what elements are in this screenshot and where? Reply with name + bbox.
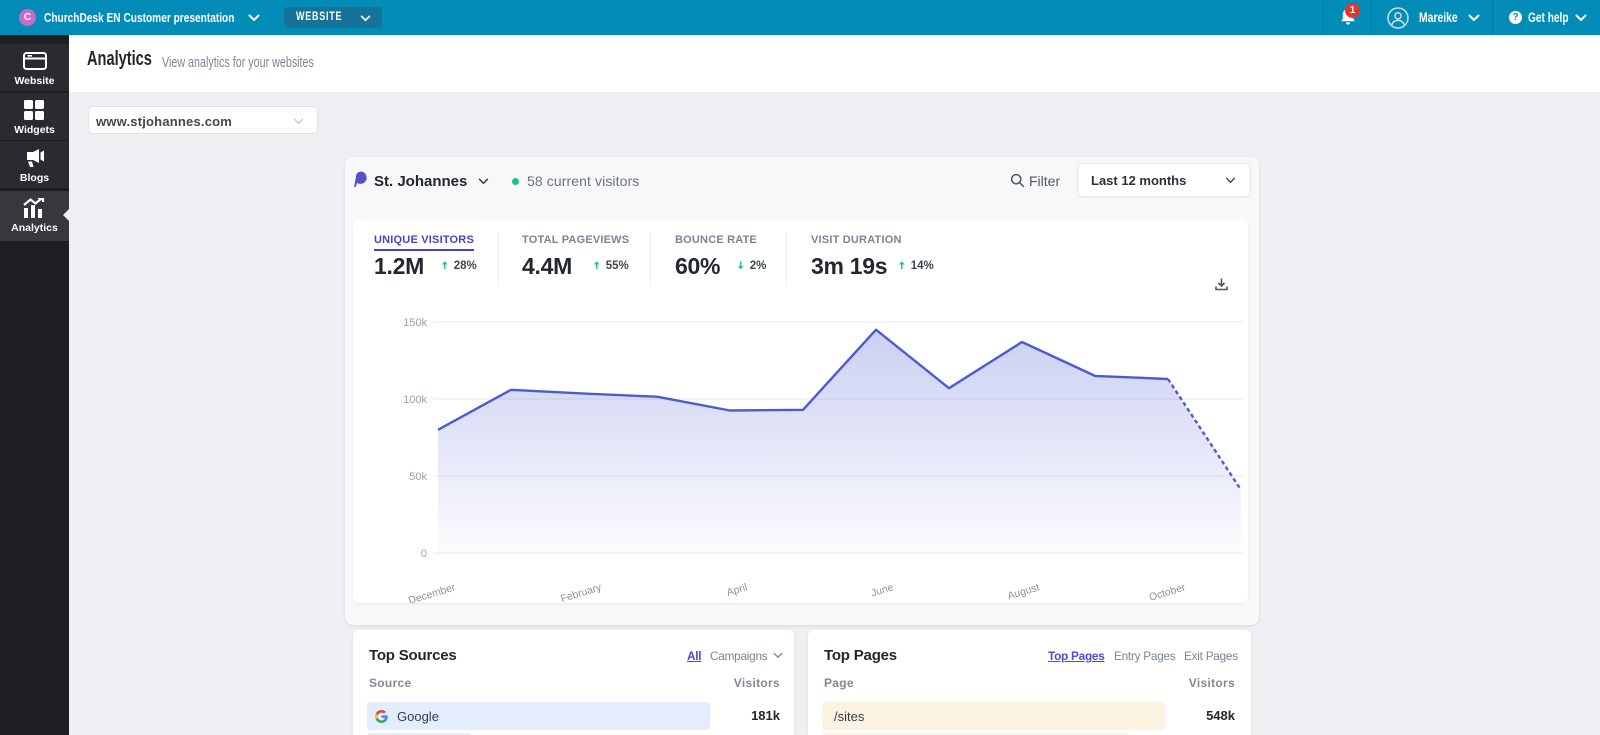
svg-text:June: June: [870, 581, 895, 599]
svg-text:100k: 100k: [403, 394, 427, 406]
svg-text:150k: 150k: [403, 317, 427, 329]
svg-text:February: February: [559, 581, 603, 603]
svg-text:December: December: [407, 581, 457, 603]
svg-text:August: August: [1006, 581, 1041, 602]
svg-text:April: April: [725, 581, 749, 599]
svg-text:50k: 50k: [409, 471, 427, 483]
svg-text:October: October: [1148, 581, 1188, 603]
svg-text:0: 0: [421, 548, 427, 560]
